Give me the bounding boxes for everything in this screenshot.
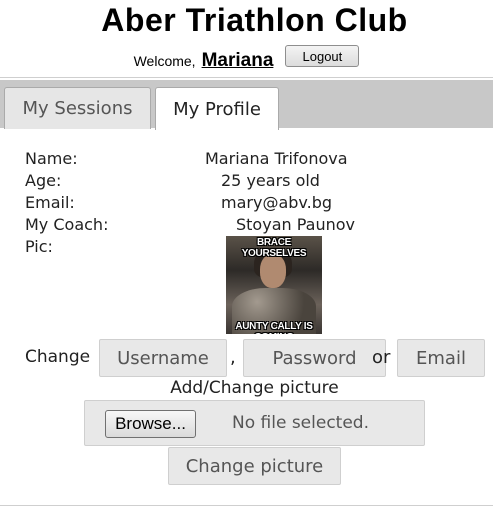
header-divider [0, 77, 493, 78]
tab-bar: My Sessions My Profile [0, 80, 493, 130]
email-label: Email: [25, 193, 75, 212]
pic-caption-bottom: AUNTY CALLY IS COMING [235, 321, 313, 334]
pic-label: Pic: [25, 237, 53, 256]
or-separator: or [372, 347, 391, 368]
name-label: Name: [25, 149, 78, 168]
change-username-button[interactable]: Username [99, 339, 227, 377]
tab-my-sessions[interactable]: My Sessions [4, 87, 151, 129]
page-title: Aber Triathlon Club [101, 2, 408, 38]
coach-value: Stoyan Paunov [236, 215, 355, 234]
change-email-button[interactable]: Email [397, 339, 485, 377]
coach-label: My Coach: [25, 215, 109, 234]
welcome-text: Welcome, [133, 53, 196, 69]
profile-picture: BRACE YOURSELVES AUNTY CALLY IS COMING [226, 236, 322, 334]
email-value: mary@abv.bg [221, 193, 333, 212]
logout-button[interactable]: Logout [285, 45, 360, 67]
change-password-button[interactable]: Password [243, 339, 386, 377]
file-input[interactable]: Browse... No file selected. [84, 400, 425, 446]
change-picture-button[interactable]: Change picture [168, 447, 341, 485]
tab-my-profile[interactable]: My Profile [155, 87, 279, 130]
age-value: 25 years old [221, 171, 320, 190]
welcome-bar: Welcome, Mariana Logout [0, 44, 493, 72]
name-value: Mariana Trifonova [205, 149, 348, 168]
pic-caption-top: BRACE YOURSELVES [241, 237, 307, 259]
change-label: Change [25, 347, 91, 367]
footer-divider [0, 505, 493, 506]
add-change-picture-label: Add/Change picture [170, 378, 339, 398]
file-status-text: No file selected. [232, 413, 369, 433]
browse-button[interactable]: Browse... [105, 410, 196, 438]
comma-separator: , [230, 347, 236, 368]
age-label: Age: [25, 171, 62, 190]
username-link[interactable]: Mariana [202, 50, 274, 72]
